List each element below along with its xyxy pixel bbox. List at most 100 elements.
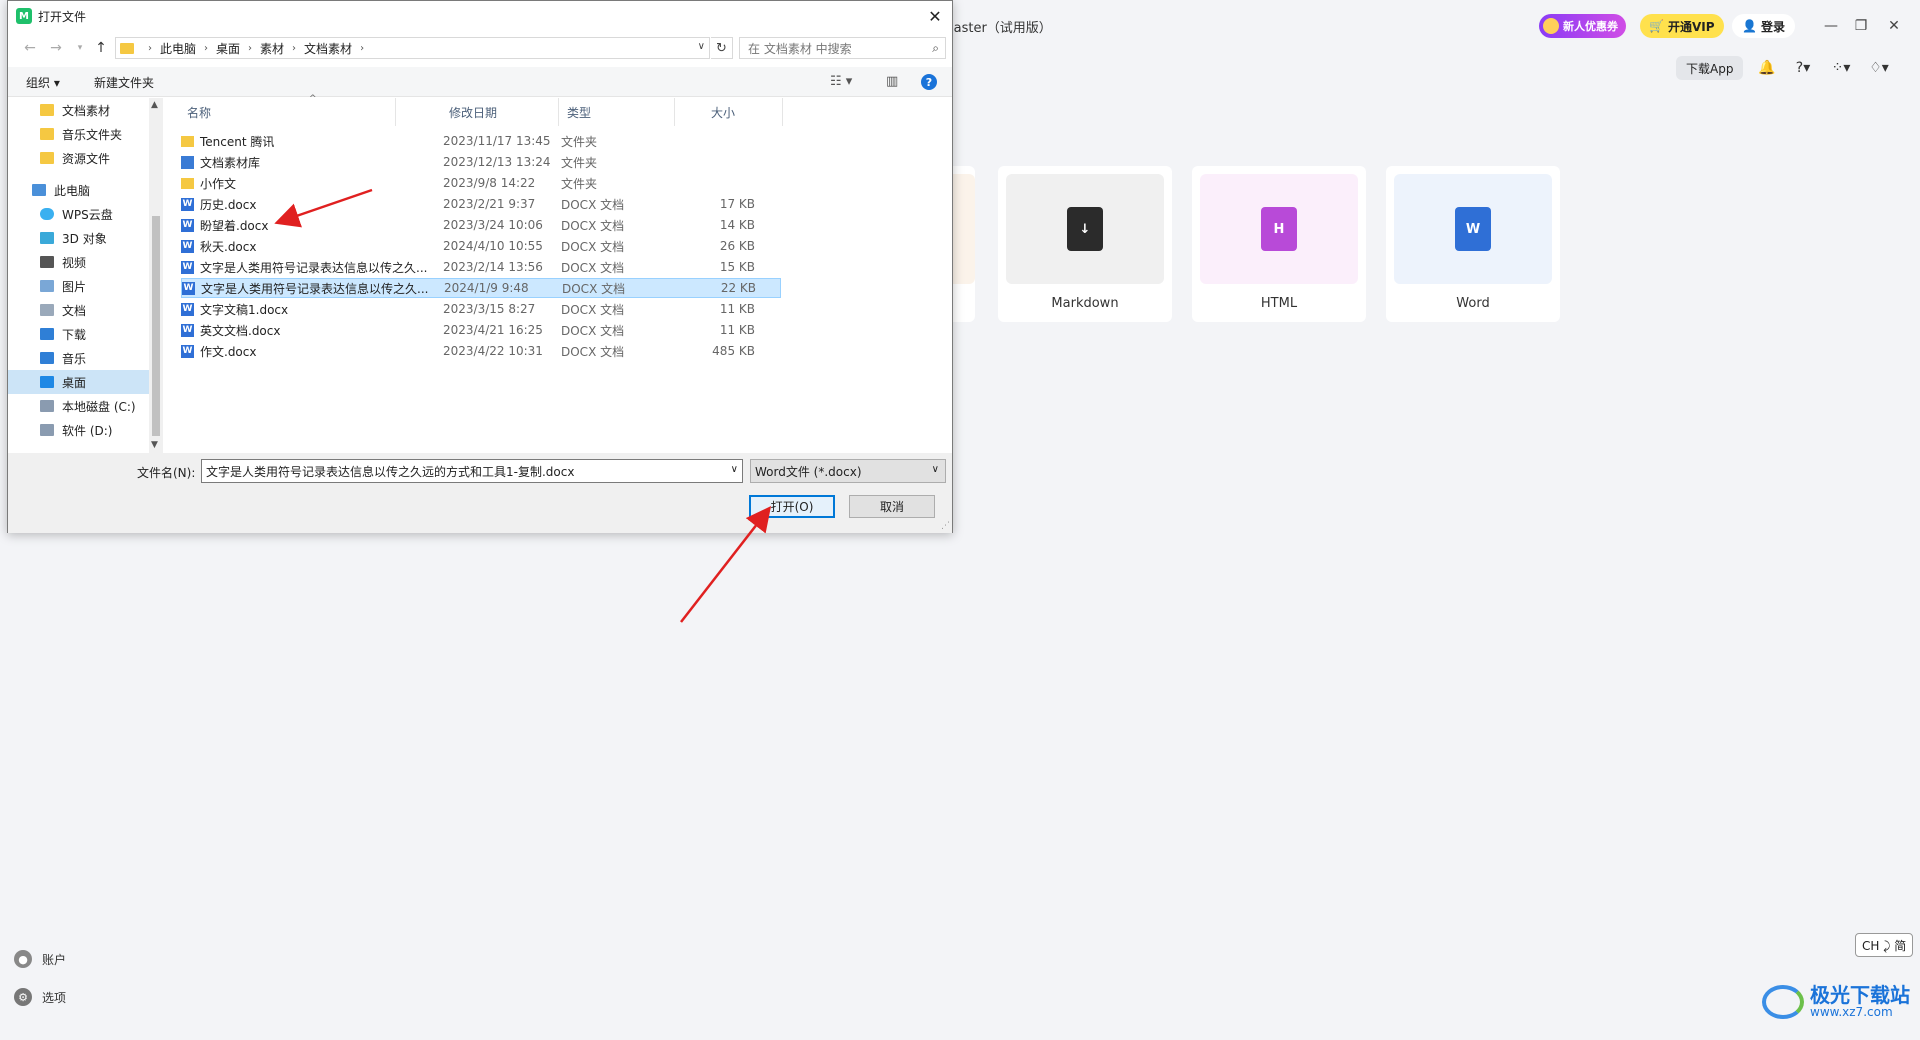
conversion-card-markdown[interactable]: ↓ Markdown bbox=[998, 166, 1172, 322]
back-arrow-icon[interactable]: ← bbox=[20, 38, 40, 58]
options-item[interactable]: ⚙ 选项 bbox=[14, 988, 66, 1006]
column-header-date[interactable]: 修改日期 bbox=[443, 98, 559, 126]
tree-item-this-pc[interactable]: 此电脑 bbox=[8, 178, 156, 202]
file-row[interactable]: 文档素材库 2023/12/13 13:24 文件夹 bbox=[181, 152, 781, 172]
drive-icon bbox=[40, 400, 54, 412]
resize-grip-icon[interactable]: ⋰ bbox=[941, 521, 950, 531]
organize-menu[interactable]: 组织 ▾ bbox=[26, 74, 60, 91]
column-header-type[interactable]: 类型 bbox=[561, 98, 675, 126]
tree-item-downloads[interactable]: 下载 bbox=[8, 322, 156, 346]
file-date: 2023/3/24 10:06 bbox=[443, 218, 543, 232]
login-button[interactable]: 👤 登录 bbox=[1732, 14, 1795, 38]
breadcrumb-item[interactable]: 此电脑 bbox=[160, 40, 196, 57]
card-label: Word bbox=[1456, 296, 1490, 311]
breadcrumb-item[interactable]: 桌面 bbox=[216, 40, 240, 57]
file-row[interactable]: W 英文文档.docx 2023/4/21 16:25 DOCX 文档 11 KB bbox=[181, 320, 781, 340]
tree-item-drive-d[interactable]: 软件 (D:) bbox=[8, 418, 156, 442]
view-options-icon[interactable]: ☷ ▾ bbox=[830, 74, 852, 89]
file-row[interactable]: W 文字文稿1.docx 2023/3/15 8:27 DOCX 文档 11 KB bbox=[181, 299, 781, 319]
word-doc-icon: W bbox=[181, 302, 194, 316]
tree-item-resources[interactable]: 资源文件 bbox=[8, 146, 156, 170]
tree-item-pictures[interactable]: 图片 bbox=[8, 274, 156, 298]
breadcrumb-item[interactable]: 素材 bbox=[260, 40, 284, 57]
forward-arrow-icon[interactable]: → bbox=[46, 38, 66, 58]
close-icon[interactable]: ✕ bbox=[1884, 16, 1904, 36]
scrollbar-thumb[interactable] bbox=[152, 216, 160, 436]
card-label: Markdown bbox=[1051, 296, 1119, 311]
account-item[interactable]: ● 账户 bbox=[14, 950, 66, 968]
scroll-up-icon[interactable]: ▲ bbox=[151, 100, 158, 110]
word-doc-icon: W bbox=[181, 218, 194, 232]
markdown-file-icon: ↓ bbox=[1067, 207, 1103, 251]
scroll-down-icon[interactable]: ▼ bbox=[151, 440, 158, 450]
tree-item-label: WPS云盘 bbox=[62, 207, 113, 222]
chevron-down-icon[interactable]: ∨ bbox=[698, 41, 705, 52]
restore-icon[interactable]: ❐ bbox=[1851, 16, 1871, 36]
new-folder-button[interactable]: 新建文件夹 bbox=[94, 74, 154, 91]
tree-item-desktop[interactable]: 桌面 bbox=[8, 370, 156, 394]
conversion-card-word[interactable]: W Word bbox=[1386, 166, 1560, 322]
file-name: 英文文档.docx bbox=[200, 323, 281, 338]
download-app-button[interactable]: 下载App bbox=[1676, 56, 1744, 80]
help-icon[interactable]: ?▾ bbox=[1792, 58, 1814, 78]
refresh-icon[interactable]: ↻ bbox=[711, 37, 733, 59]
search-input[interactable]: 在 文档素材 中搜索 ⌕ bbox=[739, 37, 946, 59]
gear-icon: ⚙ bbox=[14, 988, 32, 1006]
word-doc-icon: W bbox=[181, 323, 194, 337]
dialog-close-button[interactable]: ✕ bbox=[918, 1, 952, 31]
tree-item-drive-c[interactable]: 本地磁盘 (C:) bbox=[8, 394, 156, 418]
open-button[interactable]: 打开(O) bbox=[749, 495, 835, 518]
watermark-text: 极光下载站 bbox=[1810, 983, 1910, 1007]
vip-button[interactable]: 🛒 开通VIP bbox=[1640, 14, 1724, 38]
minimize-icon[interactable]: — bbox=[1821, 16, 1841, 36]
file-row[interactable]: W 作文.docx 2023/4/22 10:31 DOCX 文档 485 KB bbox=[181, 341, 781, 361]
breadcrumb-item[interactable]: 文档素材 bbox=[304, 40, 352, 57]
tree-item-documents[interactable]: 文档 bbox=[8, 298, 156, 322]
bell-icon[interactable]: 🔔 bbox=[1756, 58, 1778, 78]
apps-grid-icon[interactable]: ⁘▾ bbox=[1830, 58, 1852, 78]
tree-item-3d-objects[interactable]: 3D 对象 bbox=[8, 226, 156, 250]
recent-locations-chevron-icon[interactable]: ▾ bbox=[70, 38, 90, 58]
column-header-size[interactable]: 大小 bbox=[705, 98, 783, 126]
tree-item-doc-materials[interactable]: 文档素材 bbox=[8, 98, 156, 122]
help-icon[interactable]: ? bbox=[921, 74, 937, 90]
preview-pane-icon[interactable]: ▥ bbox=[886, 74, 898, 89]
file-row-selected[interactable]: W 文字是人类用符号记录表达信息以传之久... 2024/1/9 9:48 DOC… bbox=[181, 278, 781, 298]
filename-input[interactable]: 文字是人类用符号记录表达信息以传之久远的方式和工具1-复制.docx ∨ bbox=[201, 459, 743, 483]
file-type: 文件夹 bbox=[561, 134, 598, 149]
file-row[interactable]: W 历史.docx 2023/2/21 9:37 DOCX 文档 17 KB bbox=[181, 194, 781, 214]
computer-icon bbox=[32, 184, 46, 196]
file-type-select[interactable]: Word文件 (*.docx) ∨ bbox=[750, 459, 946, 483]
column-header-name[interactable]: 名称 bbox=[181, 98, 396, 126]
cancel-button[interactable]: 取消 bbox=[849, 495, 935, 518]
file-date: 2023/12/13 13:24 bbox=[443, 155, 551, 169]
dialog-titlebar[interactable]: M 打开文件 bbox=[8, 1, 952, 31]
conversion-card-html[interactable]: H HTML bbox=[1192, 166, 1366, 322]
skin-icon[interactable]: ♢▾ bbox=[1868, 58, 1890, 78]
chevron-right-icon: › bbox=[292, 42, 297, 54]
ime-indicator[interactable]: CH ⤸ 简 bbox=[1855, 933, 1914, 957]
file-size: 11 KB bbox=[719, 323, 755, 337]
file-size: 26 KB bbox=[719, 239, 755, 253]
tree-scrollbar[interactable]: ▲ ▼ bbox=[149, 98, 163, 453]
up-arrow-icon[interactable]: ↑ bbox=[91, 38, 111, 58]
library-folder-icon bbox=[181, 155, 194, 169]
word-file-icon: W bbox=[1455, 207, 1491, 251]
tree-item-wps-cloud[interactable]: WPS云盘 bbox=[8, 202, 156, 226]
tree-item-videos[interactable]: 视频 bbox=[8, 250, 156, 274]
file-row[interactable]: W 秋天.docx 2024/4/10 10:55 DOCX 文档 26 KB bbox=[181, 236, 781, 256]
tree-item-music[interactable]: 音乐 bbox=[8, 346, 156, 370]
folder-icon bbox=[40, 104, 54, 116]
tree-item-label: 本地磁盘 (C:) bbox=[62, 399, 136, 414]
chevron-down-icon[interactable]: ∨ bbox=[731, 464, 738, 475]
tree-item-music-folder[interactable]: 音乐文件夹 bbox=[8, 122, 156, 146]
picture-icon bbox=[40, 280, 54, 292]
file-row[interactable]: Tencent 腾讯 2023/11/17 13:45 文件夹 bbox=[181, 131, 781, 151]
command-bar: 组织 ▾ 新建文件夹 ☷ ▾ ▥ ? bbox=[8, 67, 952, 97]
address-bar[interactable]: › 此电脑 › 桌面 › 素材 › 文档素材 › ∨ bbox=[115, 37, 710, 59]
file-row[interactable]: W 盼望着.docx 2023/3/24 10:06 DOCX 文档 14 KB bbox=[181, 215, 781, 235]
file-date: 2024/4/10 10:55 bbox=[443, 239, 543, 253]
promo-coupon-button[interactable]: 新人优惠券 bbox=[1539, 14, 1626, 38]
file-row[interactable]: 小作文 2023/9/8 14:22 文件夹 bbox=[181, 173, 781, 193]
file-row[interactable]: W 文字是人类用符号记录表达信息以传之久... 2023/2/14 13:56 D… bbox=[181, 257, 781, 277]
